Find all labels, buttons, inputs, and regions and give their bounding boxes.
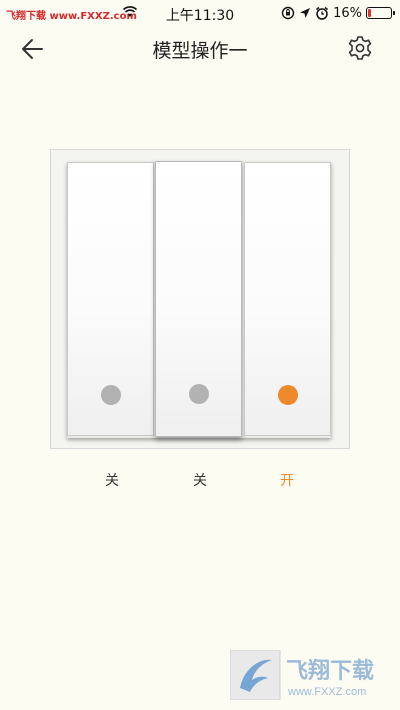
switch-2-state-label: 关 <box>193 473 207 489</box>
switch-panel <box>50 149 350 449</box>
switch-2[interactable] <box>155 161 242 437</box>
switch-3[interactable] <box>244 162 331 436</box>
nav-bar: 模型操作一 <box>0 26 400 72</box>
location-icon <box>300 8 311 18</box>
switch-3-indicator <box>277 385 298 405</box>
battery-percent: 16% <box>333 5 362 21</box>
alarm-icon <box>316 6 329 20</box>
switch-1-indicator <box>100 385 121 405</box>
switch-1-state-label: 关 <box>105 473 119 489</box>
status-bar: 飞翔下载 www.FXXZ.com 上午11:30 16% <box>0 0 400 26</box>
watermark-brand: 飞翔下载 <box>286 658 374 683</box>
status-icons: 16% <box>281 4 395 22</box>
watermark-url: www.FXXZ.com <box>287 686 366 698</box>
orientation-lock-icon <box>281 6 295 20</box>
switch-3-state-label: 开 <box>280 473 294 489</box>
page-title: 模型操作一 <box>152 40 248 62</box>
battery-icon <box>366 7 395 19</box>
watermark-logo: 飞翔下载 www.FXXZ.com <box>229 649 392 701</box>
switch-plate <box>67 161 331 438</box>
switch-1[interactable] <box>67 162 154 436</box>
switch-2-indicator <box>188 384 209 404</box>
gear-icon[interactable] <box>346 34 374 62</box>
